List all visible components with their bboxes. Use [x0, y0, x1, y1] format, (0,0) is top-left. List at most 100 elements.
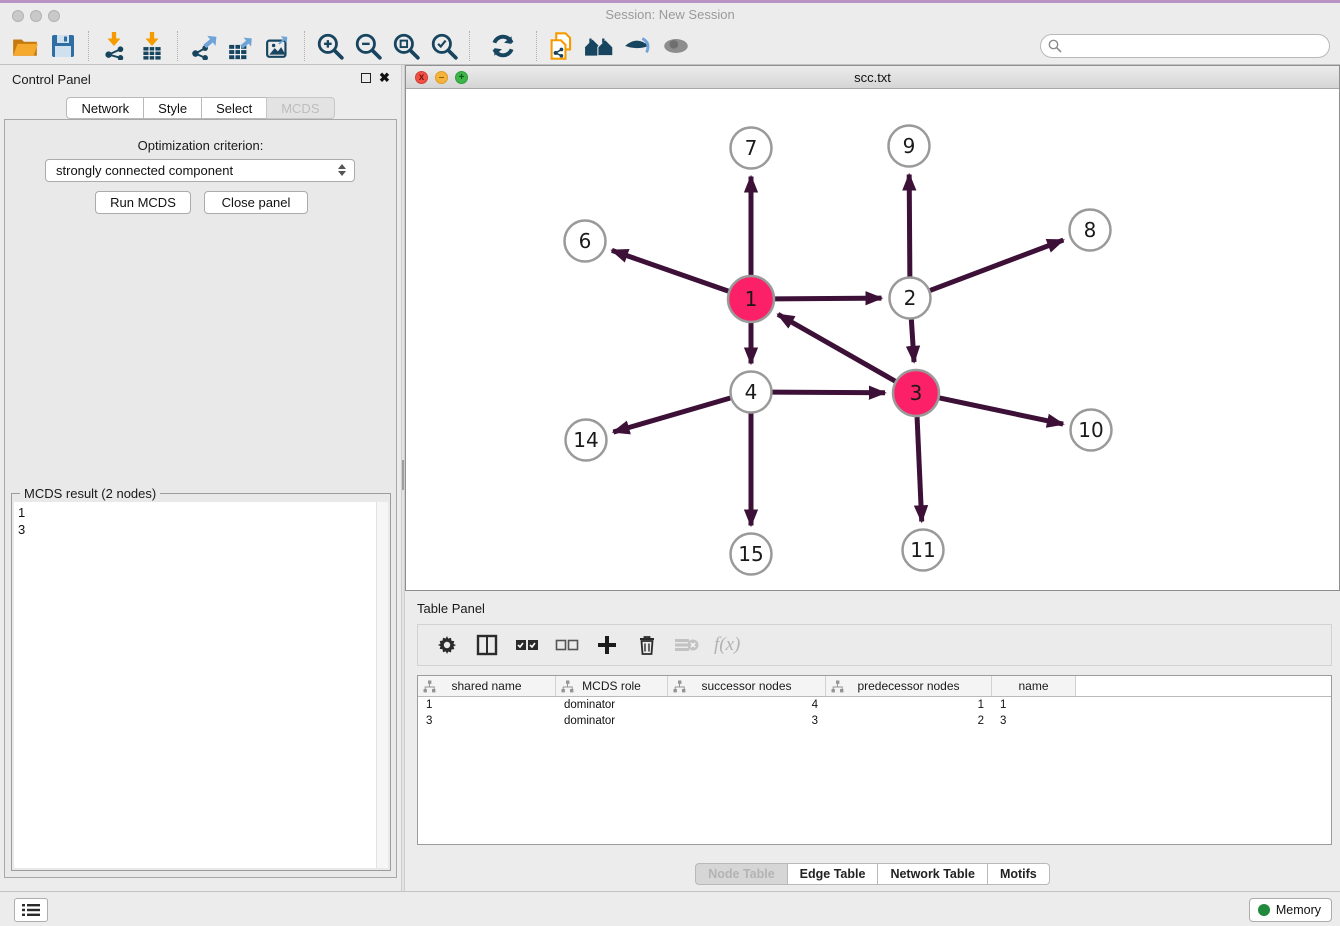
svg-text:4: 4	[745, 380, 758, 404]
refresh-button[interactable]	[484, 29, 522, 63]
import-table-button[interactable]	[133, 29, 171, 63]
table-row[interactable]: 3 dominator 3 2 3	[418, 713, 1331, 729]
result-scrollbar[interactable]	[376, 502, 388, 868]
graph-edge-1-6[interactable]	[612, 250, 728, 291]
mcds-result-group: MCDS result (2 nodes) 1 3	[11, 493, 391, 871]
zoom-in-button[interactable]	[311, 29, 349, 63]
graph-node-14[interactable]: 14	[566, 420, 607, 461]
table-toolbar: f(x)	[417, 624, 1332, 666]
graph-edge-2-8[interactable]	[930, 240, 1063, 290]
column-label: name	[1018, 679, 1048, 693]
export-network-button[interactable]	[184, 29, 222, 63]
graph-node-3[interactable]: 3	[893, 370, 939, 416]
cell-shared-name: 3	[418, 715, 556, 727]
zoom-selected-icon	[430, 32, 458, 60]
tab-motifs[interactable]: Motifs	[987, 863, 1050, 885]
graph-node-9[interactable]: 9	[889, 126, 930, 167]
float-panel-icon[interactable]	[361, 73, 371, 83]
graph-node-2[interactable]: 2	[890, 278, 931, 319]
trash-icon	[637, 634, 657, 656]
table-panel-title: Table Panel	[417, 601, 485, 616]
houses-icon	[584, 32, 616, 60]
export-table-button[interactable]	[222, 29, 260, 63]
graph-node-1[interactable]: 1	[728, 276, 774, 322]
zoom-selected-button[interactable]	[425, 29, 463, 63]
toolbar-separator	[536, 31, 537, 61]
graph-node-11[interactable]: 11	[903, 530, 944, 571]
plus-icon	[597, 635, 617, 655]
tab-style[interactable]: Style	[143, 97, 201, 119]
optimization-criterion-select[interactable]: strongly connected component	[45, 159, 355, 182]
graph-node-15[interactable]: 15	[731, 534, 772, 575]
tab-select[interactable]: Select	[201, 97, 266, 119]
select-all-columns-button[interactable]	[514, 632, 540, 658]
graph-edge-3-11[interactable]	[917, 417, 922, 522]
tab-network-table[interactable]: Network Table	[877, 863, 987, 885]
graph-node-7[interactable]: 7	[731, 128, 772, 169]
column-header-shared-name[interactable]: shared name	[418, 676, 556, 696]
app-titlebar: Session: New Session	[0, 3, 1340, 27]
graph-edge-4-3[interactable]	[772, 392, 885, 393]
graph-edge-1-2[interactable]	[775, 298, 882, 299]
node-table-header: shared name MCDS role successor nodes pr…	[418, 676, 1331, 697]
table-row[interactable]: 1 dominator 4 1 1	[418, 697, 1331, 713]
zoom-out-button[interactable]	[349, 29, 387, 63]
graph-node-8[interactable]: 8	[1070, 210, 1111, 251]
graph-node-4[interactable]: 4	[731, 372, 772, 413]
hide-eye-button[interactable]	[619, 29, 657, 63]
save-session-button[interactable]	[44, 29, 82, 63]
tab-node-table[interactable]: Node Table	[695, 863, 786, 885]
svg-text:1: 1	[745, 287, 758, 311]
column-header-predecessor-nodes[interactable]: predecessor nodes	[826, 676, 992, 696]
graph-edge-3-10[interactable]	[939, 398, 1063, 424]
zoom-fit-button[interactable]	[387, 29, 425, 63]
toolbar-separator	[88, 31, 89, 61]
tab-network[interactable]: Network	[66, 97, 143, 119]
houses-button[interactable]	[581, 29, 619, 63]
column-header-name[interactable]: name	[992, 676, 1076, 696]
cell-shared-name: 1	[418, 699, 556, 711]
run-mcds-button[interactable]: Run MCDS	[95, 191, 191, 214]
add-column-button[interactable]	[594, 632, 620, 658]
delete-column-button[interactable]	[634, 632, 660, 658]
close-panel-icon[interactable]: ✖	[379, 70, 390, 86]
graph-edge-2-3[interactable]	[911, 319, 914, 362]
column-header-mcds-role[interactable]: MCDS role	[556, 676, 668, 696]
export-network-icon	[189, 32, 217, 60]
show-columns-button[interactable]	[474, 632, 500, 658]
svg-text:14: 14	[573, 428, 598, 452]
close-panel-button[interactable]: Close panel	[204, 191, 308, 214]
graph-node-10[interactable]: 10	[1071, 410, 1112, 451]
column-header-successor-nodes[interactable]: successor nodes	[668, 676, 826, 696]
graph-edge-2-9[interactable]	[909, 174, 910, 276]
tab-edge-table[interactable]: Edge Table	[787, 863, 878, 885]
show-eye-button[interactable]	[657, 29, 695, 63]
refresh-icon	[489, 32, 517, 60]
zoom-fit-icon	[392, 32, 420, 60]
show-task-history-button[interactable]	[14, 898, 48, 922]
result-line: 3	[18, 521, 372, 538]
memory-button[interactable]: Memory	[1249, 898, 1332, 922]
column-label: MCDS role	[582, 679, 641, 693]
deselect-all-columns-button[interactable]	[554, 632, 580, 658]
delete-table-button-disabled	[674, 632, 700, 658]
control-panel-title: Control Panel	[12, 72, 91, 87]
import-network-button[interactable]	[95, 29, 133, 63]
svg-text:6: 6	[579, 229, 592, 253]
divider-thumb[interactable]	[402, 460, 404, 490]
import-network-icon	[100, 32, 128, 60]
optimization-criterion-label: Optimization criterion:	[5, 138, 396, 153]
mcds-result-text[interactable]: 1 3	[14, 502, 376, 868]
export-image-button[interactable]	[260, 29, 298, 63]
network-canvas[interactable]: 1 2 3 4 6 7 8 9 10 11 14 15	[406, 89, 1339, 590]
table-settings-button[interactable]	[434, 632, 460, 658]
graph-edge-3-1[interactable]	[778, 314, 895, 381]
search-input[interactable]	[1040, 34, 1330, 58]
copy-documents-button[interactable]	[543, 29, 581, 63]
graph-edge-4-14[interactable]	[613, 398, 730, 432]
graph-node-6[interactable]: 6	[565, 221, 606, 262]
status-bar: Memory	[0, 891, 1340, 926]
network-window-titlebar[interactable]: x – + scc.txt	[406, 66, 1339, 89]
tab-mcds[interactable]: MCDS	[266, 97, 334, 119]
open-file-button[interactable]	[6, 29, 44, 63]
